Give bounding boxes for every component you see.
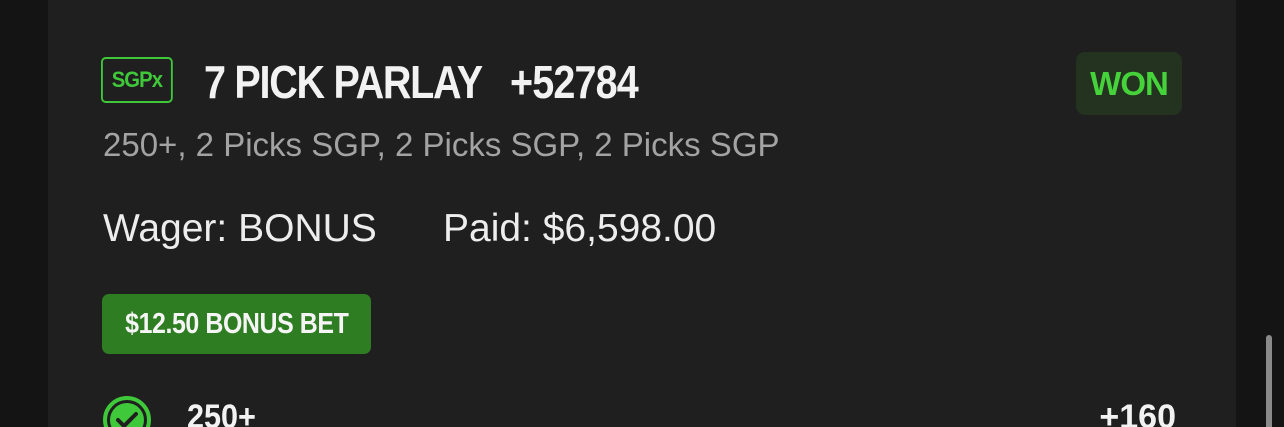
bet-card[interactable]: SGPx 7 PICK PARLAY +52784 WON 250+, 2 Pi…	[48, 0, 1236, 427]
leg-label: 250+	[187, 398, 256, 427]
leg-odds: +160	[1099, 398, 1176, 427]
paid-amount: Paid: $6,598.00	[443, 207, 717, 250]
wager-amount: Wager: BONUS	[103, 207, 377, 250]
sgpx-badge: SGPx	[101, 57, 173, 103]
page: SGPx 7 PICK PARLAY +52784 WON 250+, 2 Pi…	[0, 0, 1284, 427]
status-badge: WON	[1076, 52, 1182, 115]
bet-odds: +52784	[510, 56, 639, 108]
legs-summary: 250+, 2 Picks SGP, 2 Picks SGP, 2 Picks …	[103, 126, 780, 163]
check-circle-icon	[103, 396, 151, 427]
wager-row: Wager: BONUS Paid: $6,598.00	[103, 207, 716, 251]
bet-title: 7 PICK PARLAY	[204, 56, 483, 108]
bonus-bet-label: $12.50 BONUS BET	[124, 307, 349, 340]
bonus-bet-tag: $12.50 BONUS BET	[102, 294, 371, 354]
scrollbar[interactable]	[1266, 335, 1272, 427]
bet-header: 7 PICK PARLAY +52784	[204, 54, 659, 110]
